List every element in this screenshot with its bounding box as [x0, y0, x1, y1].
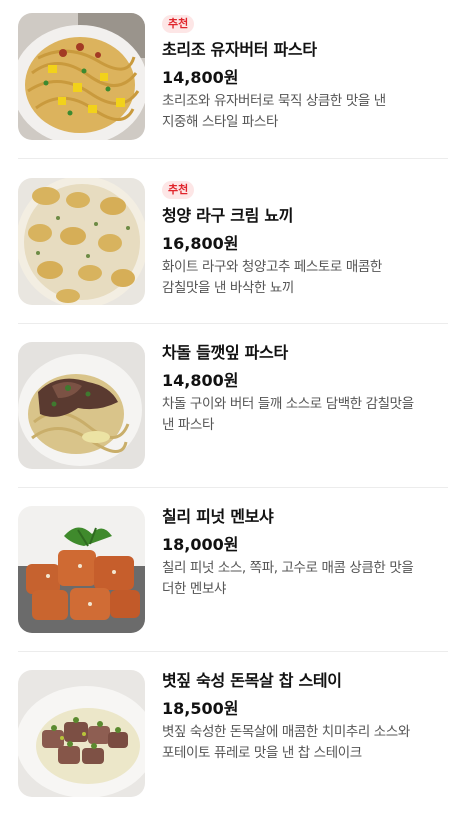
menu-item-image[interactable] — [18, 13, 145, 140]
description-line: 포테이토 퓨레로 맛을 낸 찹 스테이크 — [162, 745, 362, 761]
menu-item-price: 18,500원 — [162, 699, 239, 718]
menu-item[interactable]: 볏짚 숙성 돈목살 찹 스테이 18,500원 볏짚 숙성한 돈목살에 매콤한 … — [0, 656, 466, 820]
description-line: 볏짚 숙성한 돈목살에 매콤한 치미추리 소스와 — [162, 724, 410, 740]
menu-item-price: 18,000원 — [162, 535, 239, 554]
menu-item[interactable]: 칠리 피넛 멘보샤 18,000원 칠리 피넛 소스, 쪽파, 고수로 매콤 상… — [0, 492, 466, 656]
description-line: 감칠맛을 낸 바삭한 뇨끼 — [162, 280, 294, 296]
menu-item[interactable]: 추천 초리조 유자버터 파스타 14,800원 초리조와 유자버터로 묵직 상큼… — [0, 0, 466, 164]
menu-item-description: 화이트 라구와 청양고추 페스토로 매콤한 감칠맛을 낸 바삭한 뇨끼 — [162, 257, 456, 299]
menu-item-image[interactable] — [18, 178, 145, 305]
description-line: 낸 파스타 — [162, 417, 214, 433]
description-line: 칠리 피넛 소스, 쪽파, 고수로 매콤 상큼한 맛을 — [162, 560, 414, 576]
menu-item-price: 14,800원 — [162, 68, 239, 87]
description-line: 지중해 스타일 파스타 — [162, 114, 278, 130]
menu-item-info: 칠리 피넛 멘보샤 18,000원 칠리 피넛 소스, 쪽파, 고수로 매콤 상… — [162, 506, 456, 600]
description-line: 차돌 구이와 버터 들깨 소스로 담백한 감칠맛을 — [162, 396, 414, 412]
menu-item-description: 볏짚 숙성한 돈목살에 매콤한 치미추리 소스와 포테이토 퓨레로 맛을 낸 찹… — [162, 722, 456, 764]
divider — [18, 651, 448, 652]
menu-item-image[interactable] — [18, 670, 145, 797]
menu-item-description: 칠리 피넛 소스, 쪽파, 고수로 매콤 상큼한 맛을 더한 멘보샤 — [162, 558, 456, 600]
recommended-badge: 추천 — [162, 15, 195, 33]
menu-item-name: 청양 라구 크림 뇨끼 — [162, 206, 294, 225]
menu-item-info: 차돌 들깻잎 파스타 14,800원 차돌 구이와 버터 들깨 소스로 담백한 … — [162, 342, 456, 436]
menbosha-image — [18, 506, 145, 633]
menu-item-name: 볏짚 숙성 돈목살 찹 스테이 — [162, 671, 342, 690]
menu-item-info: 추천 청양 라구 크림 뇨끼 16,800원 화이트 라구와 청양고추 페스토로… — [162, 178, 456, 299]
divider — [18, 158, 448, 159]
menu-item-description: 초리조와 유자버터로 묵직 상큼한 맛을 낸 지중해 스타일 파스타 — [162, 91, 456, 133]
menu-item-name: 칠리 피넛 멘보샤 — [162, 507, 274, 526]
menu-item[interactable]: 차돌 들깻잎 파스타 14,800원 차돌 구이와 버터 들깨 소스로 담백한 … — [0, 328, 466, 492]
description-line: 화이트 라구와 청양고추 페스토로 매콤한 — [162, 259, 382, 275]
menu-item[interactable]: 추천 청양 라구 크림 뇨끼 16,800원 화이트 라구와 청양고추 페스토로… — [0, 164, 466, 328]
menu-item-price: 16,800원 — [162, 234, 239, 253]
menu-item-name: 초리조 유자버터 파스타 — [162, 40, 317, 59]
menu-item-price: 14,800원 — [162, 371, 239, 390]
steak-image — [18, 670, 145, 797]
divider — [18, 487, 448, 488]
pasta-image — [18, 342, 145, 469]
menu-item-name: 차돌 들깻잎 파스타 — [162, 343, 288, 362]
recommended-badge: 추천 — [162, 181, 195, 199]
menu-item-image[interactable] — [18, 342, 145, 469]
menu-item-image[interactable] — [18, 506, 145, 633]
menu-item-description: 차돌 구이와 버터 들깨 소스로 담백한 감칠맛을 낸 파스타 — [162, 394, 456, 436]
menu-item-info: 볏짚 숙성 돈목살 찹 스테이 18,500원 볏짚 숙성한 돈목살에 매콤한 … — [162, 670, 456, 764]
description-line: 초리조와 유자버터로 묵직 상큼한 맛을 낸 — [162, 93, 386, 109]
divider — [18, 323, 448, 324]
menu-list: 추천 초리조 유자버터 파스타 14,800원 초리조와 유자버터로 묵직 상큼… — [0, 0, 466, 814]
description-line: 더한 멘보샤 — [162, 581, 226, 597]
gnocchi-image — [18, 178, 145, 305]
pasta-image — [18, 13, 145, 140]
menu-item-info: 추천 초리조 유자버터 파스타 14,800원 초리조와 유자버터로 묵직 상큼… — [162, 12, 456, 133]
